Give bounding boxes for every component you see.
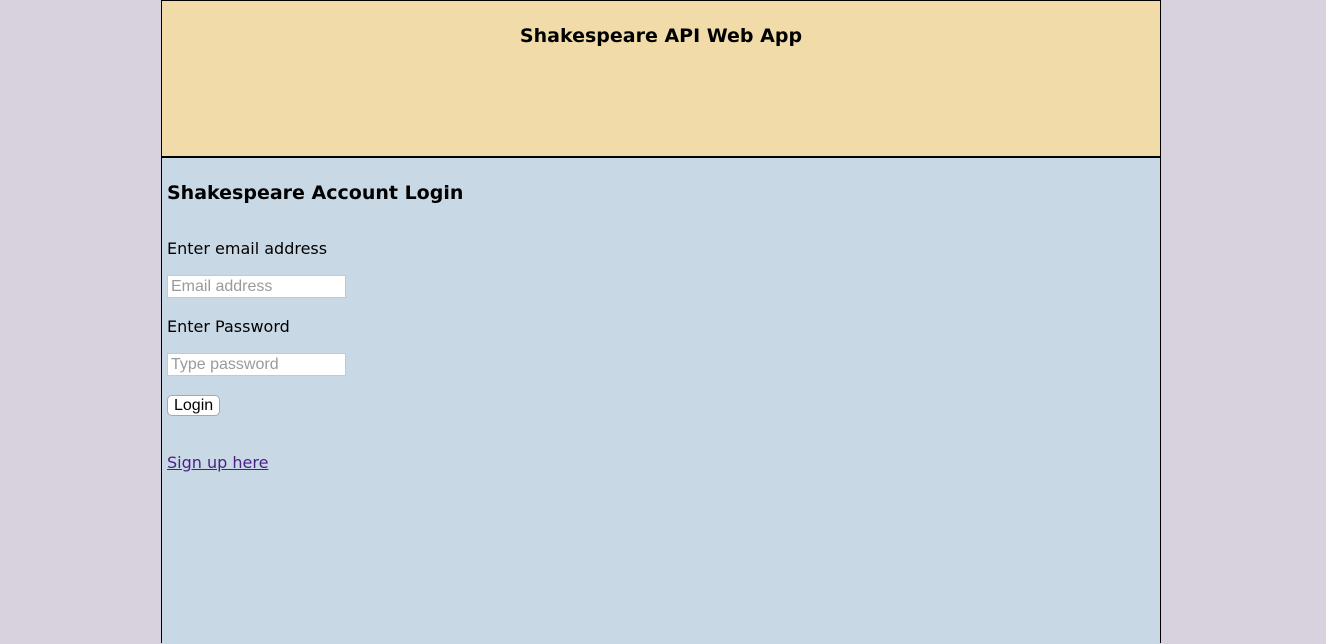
signup-link[interactable]: Sign up here: [167, 453, 268, 473]
page-container: Shakespeare API Web App Shakespeare Acco…: [161, 0, 1161, 644]
password-input[interactable]: [167, 353, 346, 376]
login-title: Shakespeare Account Login: [167, 182, 464, 204]
login-section: Shakespeare Account Login Enter email ad…: [162, 158, 1160, 644]
password-label: Enter Password: [167, 317, 290, 336]
header: Shakespeare API Web App: [162, 1, 1160, 158]
header-title: Shakespeare API Web App: [519, 25, 803, 47]
email-label: Enter email address: [167, 239, 328, 258]
email-input[interactable]: [167, 275, 346, 298]
login-button[interactable]: Login: [167, 395, 221, 416]
